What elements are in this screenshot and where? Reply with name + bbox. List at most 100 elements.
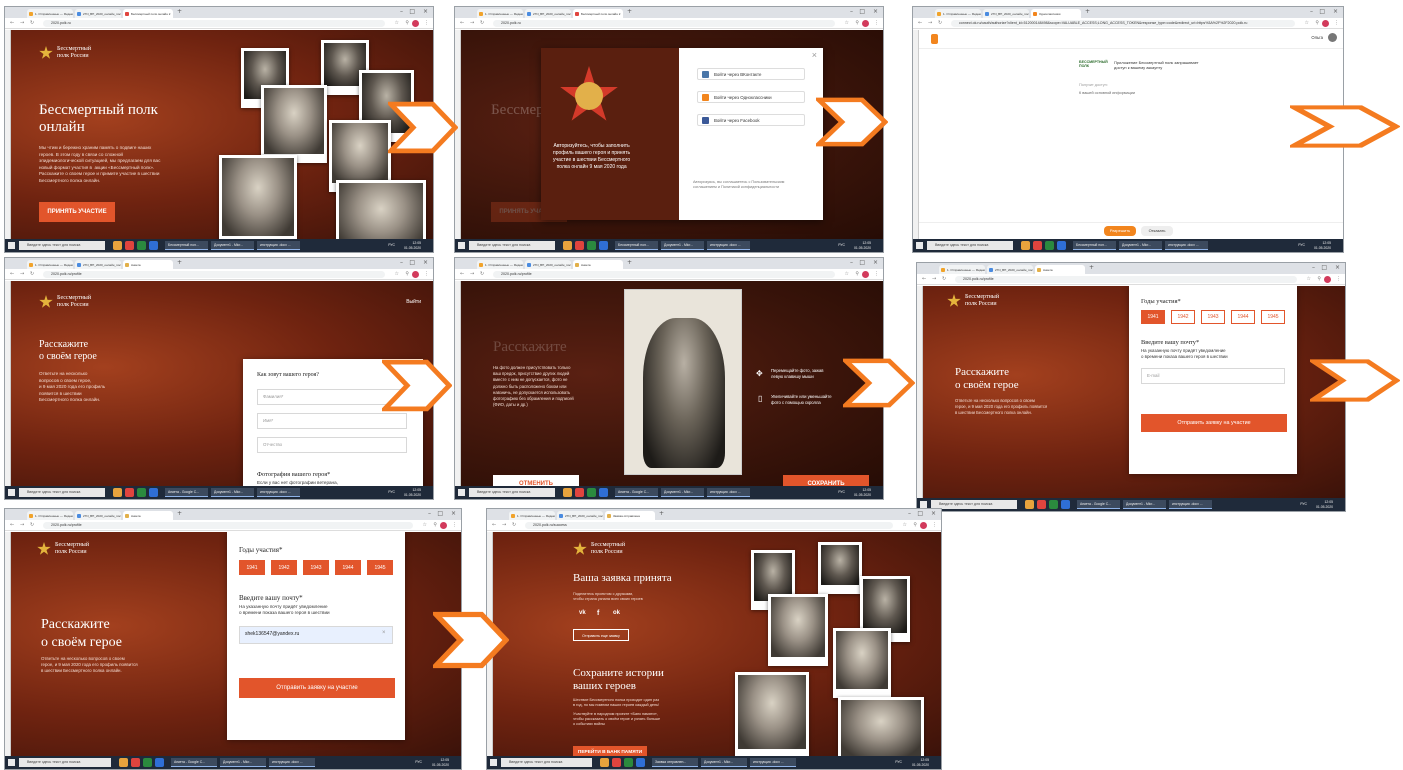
back-icon[interactable]: ← <box>918 20 922 26</box>
taskbar-window-button[interactable]: Документ1 - Micr... <box>1119 241 1162 250</box>
close-window-icon[interactable]: × <box>423 259 428 266</box>
profile-avatar[interactable] <box>862 271 869 278</box>
profile-avatar[interactable] <box>862 20 869 27</box>
taskbar-window-button[interactable]: инструкция .docx ... <box>269 758 315 767</box>
minimize-icon[interactable]: – <box>1312 264 1315 271</box>
forward-icon[interactable]: → <box>932 276 936 282</box>
windows-start-icon[interactable] <box>8 489 15 496</box>
url-input[interactable]: 2020.polk.ru/profile <box>493 271 835 278</box>
participate-button[interactable]: ПРИНЯТЬ УЧАСТИЕ <box>39 202 115 222</box>
taskbar-search[interactable]: Введите здесь текст для поиска <box>19 758 111 767</box>
new-tab-icon[interactable]: + <box>1085 8 1090 15</box>
menu-icon[interactable]: ⋮ <box>424 271 429 277</box>
taskbar-window-button[interactable]: Документ1 - Micr... <box>661 488 704 497</box>
browser-tab[interactable]: 1. Отправленные — Яндекс.П <box>27 511 73 520</box>
ok-login-button[interactable]: Войти через Одноклассники <box>697 91 805 103</box>
send-another-button[interactable]: Отправить еще заявку <box>573 629 629 641</box>
close-window-icon[interactable]: × <box>873 8 878 15</box>
browser-tab[interactable]: 1. Отправленные — Яндекс.П <box>509 511 555 520</box>
back-icon[interactable]: ← <box>492 522 496 528</box>
star-bookmark-icon[interactable]: ☆ <box>395 20 399 26</box>
site-logo[interactable]: Бессмертный полк России <box>37 542 89 556</box>
taskbar-app-icon[interactable] <box>137 488 146 497</box>
new-tab-icon[interactable]: + <box>1089 264 1094 271</box>
memory-bank-button[interactable]: ПЕРЕЙТИ В БАНК ПАМЯТИ <box>573 746 647 756</box>
taskbar-window-button[interactable]: инструкция .docx ... <box>257 241 300 250</box>
forward-icon[interactable]: → <box>20 271 24 277</box>
reload-icon[interactable]: ↻ <box>480 20 484 26</box>
taskbar-window-button[interactable]: Документ1 - Micr... <box>220 758 266 767</box>
taskbar-app-icon[interactable] <box>599 241 608 250</box>
new-tab-icon[interactable]: + <box>659 510 664 517</box>
browser-tab[interactable]: Анкета <box>123 511 173 520</box>
year-toggle-1944[interactable]: 1944 <box>1231 310 1255 324</box>
taskbar-search[interactable]: Введите здесь текст для поиска <box>927 241 1013 250</box>
profile-avatar[interactable] <box>1324 276 1331 283</box>
back-icon[interactable]: ← <box>460 271 464 277</box>
profile-avatar[interactable] <box>920 522 927 529</box>
maximize-icon[interactable]: □ <box>437 510 443 517</box>
new-tab-icon[interactable]: + <box>177 259 182 266</box>
year-toggle-1943[interactable]: 1943 <box>1201 310 1225 324</box>
menu-icon[interactable]: ⋮ <box>932 522 937 528</box>
windows-start-icon[interactable] <box>916 242 923 249</box>
submit-button[interactable]: Отправить заявку на участие <box>239 678 395 698</box>
email-input[interactable]: E-mail <box>1141 368 1285 384</box>
reload-icon[interactable]: ↻ <box>30 271 34 277</box>
year-toggle-1945[interactable]: 1945 <box>1261 310 1285 324</box>
taskbar-app-icon[interactable] <box>1025 500 1034 509</box>
taskbar-app-icon[interactable] <box>149 241 158 250</box>
taskbar-app-icon[interactable] <box>119 758 128 767</box>
taskbar-search[interactable]: Введите здесь текст для поиска <box>501 758 592 767</box>
browser-tab[interactable]: 27N_ВП_2020_онлайн_пост.pn <box>75 260 121 269</box>
taskbar-search[interactable]: Введите здесь текст для поиска <box>19 241 105 250</box>
forward-icon[interactable]: → <box>20 20 24 26</box>
close-window-icon[interactable]: × <box>873 259 878 266</box>
reload-icon[interactable]: ↻ <box>30 522 34 528</box>
minimize-icon[interactable]: – <box>908 510 911 517</box>
facebook-share-icon[interactable]: f <box>597 610 599 617</box>
menu-icon[interactable]: ⋮ <box>1336 276 1341 282</box>
language-indicator[interactable]: РУС <box>388 490 395 495</box>
new-tab-icon[interactable]: + <box>627 259 632 266</box>
close-window-icon[interactable]: × <box>931 510 936 517</box>
language-indicator[interactable]: РУС <box>388 243 395 248</box>
maximize-icon[interactable]: □ <box>409 8 415 15</box>
taskbar-app-icon[interactable] <box>612 758 621 767</box>
browser-tab[interactable]: 27N_ВП_2020_онлайн_пост.pn <box>525 260 571 269</box>
browser-tab[interactable]: Заявка отправлена <box>605 511 655 520</box>
profile-avatar[interactable] <box>412 271 419 278</box>
taskbar-window-button[interactable]: Бессмертный пол... <box>165 241 208 250</box>
cancel-button[interactable]: ОТМЕНИТЬ <box>493 475 579 486</box>
vk-login-button[interactable]: Войти через ВКонтакте <box>697 68 805 80</box>
taskbar-app-icon[interactable] <box>575 241 584 250</box>
taskbar-window-button[interactable]: инструкция .docx ... <box>1165 241 1208 250</box>
taskbar-window-button[interactable]: Анкета - Google C... <box>1077 500 1120 509</box>
minimize-icon[interactable]: – <box>400 8 403 15</box>
menu-icon[interactable]: ⋮ <box>452 522 457 528</box>
menu-icon[interactable]: ⋮ <box>874 271 879 277</box>
taskbar-app-icon[interactable] <box>575 488 584 497</box>
ok-share-icon[interactable]: ok <box>613 610 620 616</box>
profile-avatar[interactable] <box>1322 20 1329 27</box>
taskbar-window-button[interactable]: Бессмертный пол... <box>615 241 658 250</box>
year-toggle-1943[interactable]: 1943 <box>303 560 329 575</box>
taskbar-app-icon[interactable] <box>113 241 122 250</box>
new-tab-icon[interactable]: + <box>627 8 632 15</box>
taskbar-app-icon[interactable] <box>599 488 608 497</box>
maximize-icon[interactable]: □ <box>917 510 923 517</box>
taskbar-app-icon[interactable] <box>149 488 158 497</box>
taskbar-app-icon[interactable] <box>1021 241 1030 250</box>
submit-button[interactable]: Отправить заявку на участие <box>1141 414 1287 432</box>
menu-icon[interactable]: ⋮ <box>424 20 429 26</box>
site-logo[interactable]: Бессмертный полк России <box>573 542 625 556</box>
browser-tab[interactable]: 27N_ВП_2020_онлайн_пост.pn <box>525 9 571 18</box>
taskbar-app-icon[interactable] <box>563 241 572 250</box>
url-input[interactable]: 2020.polk.ru/profile <box>955 276 1297 283</box>
profile-avatar[interactable] <box>440 522 447 529</box>
forward-icon[interactable]: → <box>470 20 474 26</box>
taskbar-window-button[interactable]: Документ1 - Micr... <box>211 241 254 250</box>
maximize-icon[interactable]: □ <box>1319 8 1325 15</box>
taskbar-app-icon[interactable] <box>137 241 146 250</box>
maximize-icon[interactable]: □ <box>409 259 415 266</box>
